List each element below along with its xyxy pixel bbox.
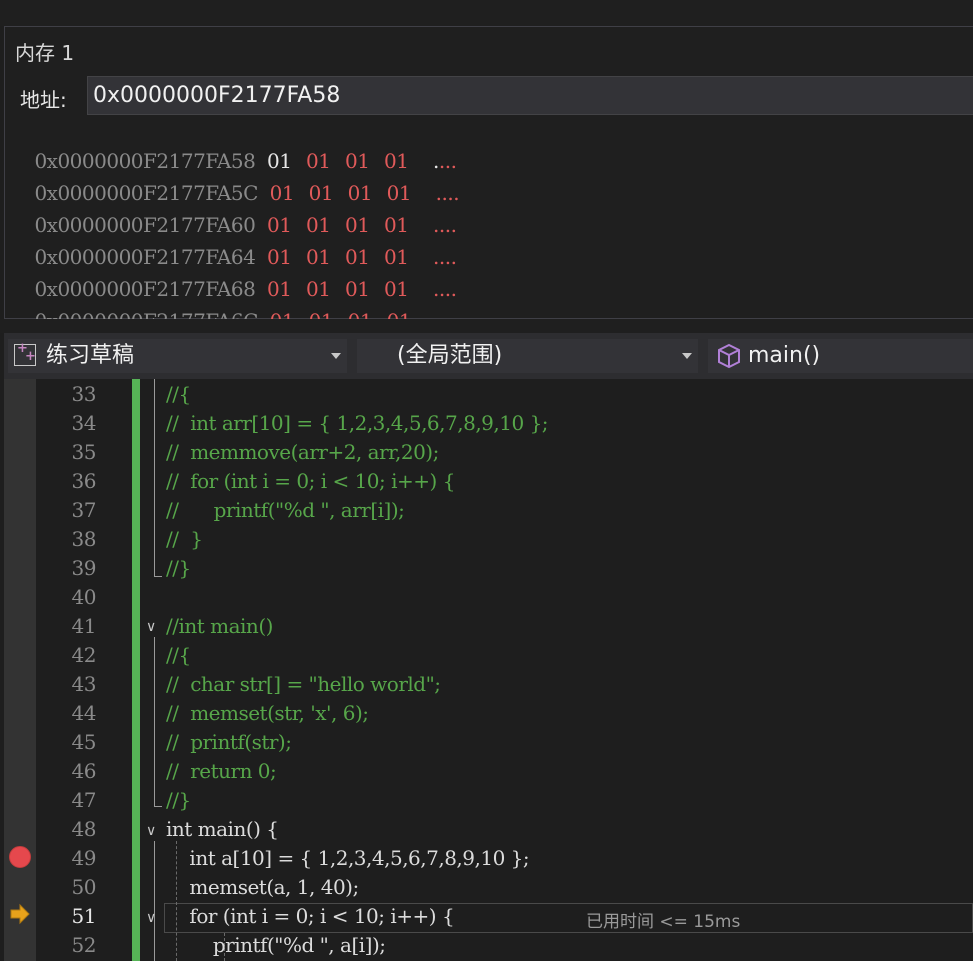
line-number: 34	[71, 411, 97, 435]
line-number: 41	[71, 614, 97, 638]
code-line[interactable]: // int arr[10] = { 1,2,3,4,5,6,7,8,9,10 …	[166, 411, 549, 435]
fold-chevron-icon[interactable]: ∨	[146, 911, 160, 925]
scope-dropdown[interactable]: (全局范围)	[357, 339, 698, 373]
navigation-bar: + + 练习草稿 (全局范围) main()	[4, 333, 973, 379]
code-line[interactable]: // printf("%d ", arr[i]);	[166, 498, 405, 522]
function-dropdown-label: main()	[748, 343, 821, 368]
scope-guide-end	[154, 576, 162, 577]
method-cube-icon	[718, 343, 740, 369]
line-number: 44	[71, 701, 97, 725]
code-line[interactable]: // }	[166, 527, 203, 551]
memory-row: 0x0000000F2177FA5C 01 01 01 01....	[11, 157, 459, 205]
line-number: 45	[71, 730, 97, 754]
glyph-margin[interactable]	[4, 379, 36, 961]
line-number: 38	[71, 527, 97, 551]
line-number: 33	[71, 382, 97, 406]
line-number: 51	[71, 904, 97, 928]
line-number: 35	[71, 440, 97, 464]
code-line[interactable]: // return 0;	[166, 759, 277, 783]
line-number: 39	[71, 556, 97, 580]
perf-tip: 已用时间 <= 15ms	[586, 912, 741, 932]
change-tracking-bar	[132, 379, 140, 961]
code-line[interactable]: int a[10] = { 1,2,3,4,5,6,7,8,9,10 };	[166, 846, 529, 870]
memory-window-title: 内存 1	[15, 41, 75, 65]
address-label: 地址:	[20, 88, 67, 112]
window-top-strip	[0, 0, 973, 26]
code-line[interactable]: // char str[] = "hello world";	[166, 672, 441, 696]
chevron-down-icon	[331, 353, 341, 359]
chevron-down-icon	[682, 353, 692, 359]
panel-separator	[0, 319, 973, 333]
code-editor[interactable]: ∨ ∨ ∨ 33 34 35 36 37 38 39 40 41 42 43 4…	[4, 379, 973, 961]
code-line[interactable]: //{	[166, 643, 191, 667]
code-line[interactable]: for (int i = 0; i < 10; i++) {	[166, 904, 454, 928]
line-number: 50	[71, 875, 97, 899]
project-icon: + +	[14, 342, 36, 366]
memory-row: 0x0000000F2177FA64 01 01 01 01....	[11, 221, 457, 269]
current-statement-arrow-icon	[10, 903, 30, 925]
code-line[interactable]: // memset(str, 'x', 6);	[166, 701, 369, 725]
scope-guide	[154, 841, 155, 961]
project-dropdown[interactable]: + + 练习草稿	[8, 339, 347, 373]
memory-row: 0x0000000F2177FA68 01 01 01 01....	[11, 253, 457, 301]
code-line[interactable]: // for (int i = 0; i < 10; i++) {	[166, 469, 455, 493]
memory-row: 0x0000000F2177FA6C 01010101....	[11, 285, 459, 333]
line-number: 49	[71, 846, 97, 870]
code-line[interactable]: // memmove(arr+2, arr,20);	[166, 440, 439, 464]
line-number: 37	[71, 498, 97, 522]
line-number: 48	[71, 817, 97, 841]
scope-dropdown-label: (全局范围)	[397, 343, 503, 368]
memory-row: 0x0000000F2177FA60 01 01 01 01....	[11, 189, 457, 237]
line-number: 52	[71, 933, 97, 957]
address-input[interactable]: 0x0000000F2177FA58	[87, 76, 973, 115]
fold-chevron-icon[interactable]: ∨	[146, 824, 160, 838]
line-number: 40	[71, 585, 97, 609]
code-line[interactable]: printf("%d ", a[i]);	[166, 933, 386, 957]
line-number: 47	[71, 788, 97, 812]
code-line[interactable]: // printf(str);	[166, 730, 292, 754]
code-line[interactable]: //}	[166, 788, 191, 812]
line-number: 46	[71, 759, 97, 783]
scope-guide	[154, 637, 155, 807]
breakpoint-icon[interactable]	[9, 846, 31, 868]
code-line[interactable]: //}	[166, 556, 191, 580]
line-number: 42	[71, 643, 97, 667]
scope-guide-end	[154, 806, 162, 807]
code-line[interactable]: //{	[166, 382, 191, 406]
function-dropdown[interactable]: main()	[708, 339, 973, 373]
scope-guide	[154, 379, 155, 577]
memory-row: 0x0000000F2177FA58 01 01 01 01....	[11, 125, 457, 173]
code-line[interactable]: int main() {	[166, 817, 279, 841]
project-dropdown-label: 练习草稿	[46, 343, 135, 368]
memory-window: 内存 1 地址: 0x0000000F2177FA58 0x0000000F21…	[4, 26, 973, 333]
line-number: 36	[71, 469, 97, 493]
code-line[interactable]: memset(a, 1, 40);	[166, 875, 359, 899]
line-number: 43	[71, 672, 97, 696]
code-line[interactable]: //int main()	[166, 614, 273, 638]
fold-chevron-icon[interactable]: ∨	[146, 620, 160, 634]
